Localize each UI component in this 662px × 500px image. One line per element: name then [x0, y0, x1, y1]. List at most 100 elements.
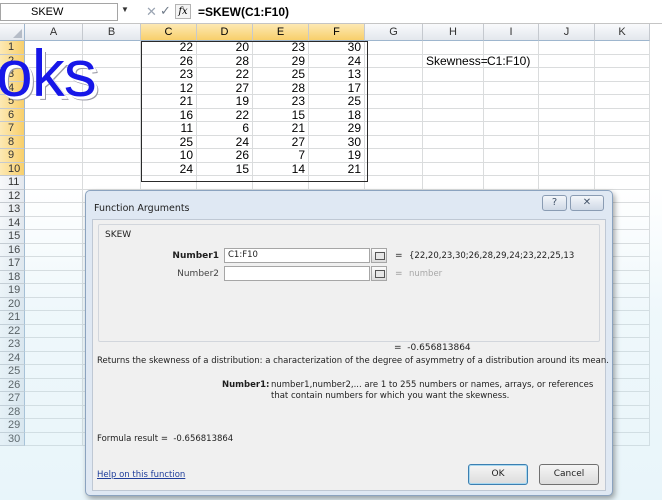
enter-icon[interactable]: ✓ — [160, 3, 171, 19]
cell[interactable]: 21 — [309, 162, 365, 176]
cell[interactable]: 21 — [253, 122, 309, 136]
cell[interactable] — [83, 81, 141, 95]
cell[interactable] — [83, 108, 141, 122]
cell[interactable] — [484, 81, 539, 95]
cell[interactable] — [365, 135, 423, 149]
cell[interactable] — [25, 68, 83, 82]
cell[interactable] — [25, 257, 83, 271]
row-header-22[interactable]: 22 — [0, 324, 25, 338]
cell[interactable] — [25, 81, 83, 95]
cell[interactable] — [365, 108, 423, 122]
cell[interactable]: 19 — [309, 149, 365, 163]
column-header-c[interactable]: C — [141, 24, 197, 41]
row-header-24[interactable]: 24 — [0, 351, 25, 365]
help-icon[interactable]: ? — [542, 195, 567, 211]
row-header-9[interactable]: 9 — [0, 149, 25, 163]
cell[interactable] — [25, 311, 83, 325]
cell[interactable]: 14 — [253, 162, 309, 176]
cell[interactable] — [539, 81, 595, 95]
column-header-a[interactable]: A — [25, 24, 83, 41]
cell[interactable]: 26 — [197, 149, 253, 163]
cell[interactable] — [539, 41, 595, 55]
cell[interactable] — [484, 135, 539, 149]
cell[interactable] — [83, 122, 141, 136]
column-header-d[interactable]: D — [197, 24, 253, 41]
cell[interactable] — [25, 216, 83, 230]
cell[interactable]: 29 — [309, 122, 365, 136]
cell[interactable] — [484, 108, 539, 122]
cell[interactable]: 29 — [253, 54, 309, 68]
cell[interactable] — [539, 162, 595, 176]
cell[interactable] — [25, 338, 83, 352]
cell[interactable] — [25, 297, 83, 311]
close-icon[interactable]: ✕ — [570, 195, 604, 211]
cell[interactable]: 7 — [253, 149, 309, 163]
row-header-28[interactable]: 28 — [0, 405, 25, 419]
cell[interactable]: 10 — [141, 149, 197, 163]
cell[interactable] — [25, 243, 83, 257]
cell[interactable] — [539, 54, 595, 68]
cell[interactable]: 27 — [197, 81, 253, 95]
cell[interactable] — [595, 176, 650, 190]
cancel-button[interactable]: Cancel — [539, 464, 599, 485]
cell[interactable] — [365, 95, 423, 109]
row-header-12[interactable]: 12 — [0, 189, 25, 203]
column-header-e[interactable]: E — [253, 24, 309, 41]
cell[interactable] — [423, 162, 484, 176]
cell[interactable]: 22 — [197, 108, 253, 122]
cell[interactable] — [25, 432, 83, 446]
cell[interactable]: 12 — [141, 81, 197, 95]
cell[interactable]: 24 — [197, 135, 253, 149]
cell[interactable] — [484, 68, 539, 82]
cell[interactable]: 15 — [197, 162, 253, 176]
cell[interactable] — [423, 176, 484, 190]
cell[interactable]: 18 — [309, 108, 365, 122]
cell[interactable] — [25, 122, 83, 136]
cell[interactable]: 28 — [253, 81, 309, 95]
cell[interactable] — [309, 176, 365, 190]
cell[interactable]: 21 — [141, 95, 197, 109]
row-header-13[interactable]: 13 — [0, 203, 25, 217]
column-header-h[interactable]: H — [423, 24, 484, 41]
cell[interactable] — [25, 95, 83, 109]
cell[interactable] — [25, 162, 83, 176]
cell[interactable] — [423, 108, 484, 122]
row-header-2[interactable]: 2 — [0, 54, 25, 68]
cell[interactable] — [83, 162, 141, 176]
column-header-g[interactable]: G — [365, 24, 423, 41]
row-header-23[interactable]: 23 — [0, 338, 25, 352]
row-header-4[interactable]: 4 — [0, 81, 25, 95]
row-header-29[interactable]: 29 — [0, 419, 25, 433]
row-header-5[interactable]: 5 — [0, 95, 25, 109]
insert-function-button[interactable]: fx — [175, 4, 191, 19]
row-header-26[interactable]: 26 — [0, 378, 25, 392]
cell[interactable] — [484, 95, 539, 109]
ok-button[interactable]: OK — [468, 464, 528, 485]
row-header-21[interactable]: 21 — [0, 311, 25, 325]
cell[interactable]: 22 — [197, 68, 253, 82]
cell[interactable] — [365, 41, 423, 55]
formula-input[interactable]: =SKEW(C1:F10) — [198, 0, 289, 24]
row-header-8[interactable]: 8 — [0, 135, 25, 149]
cell[interactable]: 28 — [197, 54, 253, 68]
cell[interactable] — [423, 135, 484, 149]
cell[interactable]: 19 — [197, 95, 253, 109]
row-header-27[interactable]: 27 — [0, 392, 25, 406]
cell[interactable] — [595, 108, 650, 122]
cell[interactable] — [83, 176, 141, 190]
cell[interactable]: 27 — [253, 135, 309, 149]
cell[interactable] — [83, 68, 141, 82]
cell[interactable] — [25, 41, 83, 55]
cell[interactable]: 24 — [309, 54, 365, 68]
row-header-6[interactable]: 6 — [0, 108, 25, 122]
cell[interactable] — [539, 176, 595, 190]
cell[interactable] — [25, 135, 83, 149]
cell[interactable] — [83, 149, 141, 163]
cell[interactable] — [83, 135, 141, 149]
cell[interactable] — [25, 270, 83, 284]
cell[interactable] — [83, 95, 141, 109]
cell[interactable] — [595, 135, 650, 149]
cell[interactable] — [595, 95, 650, 109]
cell[interactable] — [25, 230, 83, 244]
number1-input[interactable]: C1:F10 — [224, 248, 370, 263]
